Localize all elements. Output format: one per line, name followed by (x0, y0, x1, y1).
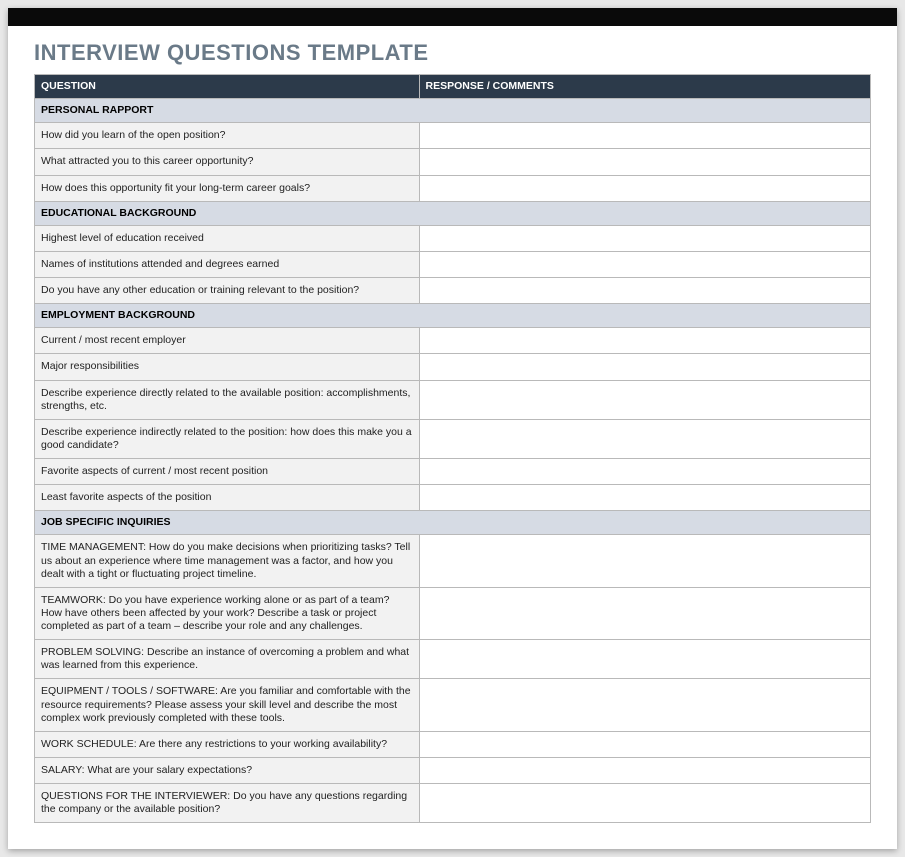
question-cell: What attracted you to this career opport… (35, 149, 420, 175)
question-cell: WORK SCHEDULE: Are there any restriction… (35, 731, 420, 757)
header-response: RESPONSE / COMMENTS (419, 75, 870, 99)
response-cell[interactable] (419, 123, 870, 149)
response-cell[interactable] (419, 535, 870, 587)
questions-table: QUESTION RESPONSE / COMMENTS PERSONAL RA… (34, 74, 871, 823)
question-cell: Names of institutions attended and degre… (35, 251, 420, 277)
question-cell: PROBLEM SOLVING: Describe an instance of… (35, 640, 420, 679)
table-row: Major responsibilities (35, 354, 871, 380)
document-page: INTERVIEW QUESTIONS TEMPLATE QUESTION RE… (8, 8, 897, 849)
page-title: INTERVIEW QUESTIONS TEMPLATE (34, 40, 871, 66)
section-header: JOB SPECIFIC INQUIRIES (35, 511, 871, 535)
question-cell: Favorite aspects of current / most recen… (35, 459, 420, 485)
table-row: TEAMWORK: Do you have experience working… (35, 587, 871, 639)
table-row: Highest level of education received (35, 225, 871, 251)
table-row: Names of institutions attended and degre… (35, 251, 871, 277)
response-cell[interactable] (419, 640, 870, 679)
top-black-bar (8, 8, 897, 26)
response-cell[interactable] (419, 251, 870, 277)
response-cell[interactable] (419, 225, 870, 251)
question-cell: QUESTIONS FOR THE INTERVIEWER: Do you ha… (35, 784, 420, 823)
table-row: EQUIPMENT / TOOLS / SOFTWARE: Are you fa… (35, 679, 871, 731)
response-cell[interactable] (419, 149, 870, 175)
response-cell[interactable] (419, 784, 870, 823)
table-row: Least favorite aspects of the position (35, 485, 871, 511)
response-cell[interactable] (419, 354, 870, 380)
section-header: EDUCATIONAL BACKGROUND (35, 201, 871, 225)
table-row: Favorite aspects of current / most recen… (35, 459, 871, 485)
table-row: Describe experience indirectly related t… (35, 419, 871, 458)
response-cell[interactable] (419, 731, 870, 757)
question-cell: SALARY: What are your salary expectation… (35, 757, 420, 783)
response-cell[interactable] (419, 485, 870, 511)
table-row: TIME MANAGEMENT: How do you make decisio… (35, 535, 871, 587)
question-cell: Major responsibilities (35, 354, 420, 380)
table-row: PROBLEM SOLVING: Describe an instance of… (35, 640, 871, 679)
table-row: What attracted you to this career opport… (35, 149, 871, 175)
question-cell: TIME MANAGEMENT: How do you make decisio… (35, 535, 420, 587)
response-cell[interactable] (419, 459, 870, 485)
header-question: QUESTION (35, 75, 420, 99)
table-row: SALARY: What are your salary expectation… (35, 757, 871, 783)
response-cell[interactable] (419, 679, 870, 731)
section-header-row: EDUCATIONAL BACKGROUND (35, 201, 871, 225)
response-cell[interactable] (419, 419, 870, 458)
table-row: Describe experience directly related to … (35, 380, 871, 419)
section-header-row: JOB SPECIFIC INQUIRIES (35, 511, 871, 535)
question-cell: TEAMWORK: Do you have experience working… (35, 587, 420, 639)
table-row: Current / most recent employer (35, 328, 871, 354)
table-header-row: QUESTION RESPONSE / COMMENTS (35, 75, 871, 99)
response-cell[interactable] (419, 175, 870, 201)
question-cell: Least favorite aspects of the position (35, 485, 420, 511)
question-cell: How did you learn of the open position? (35, 123, 420, 149)
section-header-row: PERSONAL RAPPORT (35, 99, 871, 123)
document-content: INTERVIEW QUESTIONS TEMPLATE QUESTION RE… (8, 26, 897, 849)
question-cell: How does this opportunity fit your long-… (35, 175, 420, 201)
section-header: EMPLOYMENT BACKGROUND (35, 304, 871, 328)
section-header: PERSONAL RAPPORT (35, 99, 871, 123)
response-cell[interactable] (419, 328, 870, 354)
response-cell[interactable] (419, 587, 870, 639)
table-row: WORK SCHEDULE: Are there any restriction… (35, 731, 871, 757)
question-cell: Highest level of education received (35, 225, 420, 251)
table-row: Do you have any other education or train… (35, 278, 871, 304)
response-cell[interactable] (419, 757, 870, 783)
section-header-row: EMPLOYMENT BACKGROUND (35, 304, 871, 328)
response-cell[interactable] (419, 278, 870, 304)
table-row: How does this opportunity fit your long-… (35, 175, 871, 201)
response-cell[interactable] (419, 380, 870, 419)
table-row: QUESTIONS FOR THE INTERVIEWER: Do you ha… (35, 784, 871, 823)
question-cell: Do you have any other education or train… (35, 278, 420, 304)
question-cell: EQUIPMENT / TOOLS / SOFTWARE: Are you fa… (35, 679, 420, 731)
question-cell: Describe experience directly related to … (35, 380, 420, 419)
question-cell: Describe experience indirectly related t… (35, 419, 420, 458)
table-row: How did you learn of the open position? (35, 123, 871, 149)
question-cell: Current / most recent employer (35, 328, 420, 354)
